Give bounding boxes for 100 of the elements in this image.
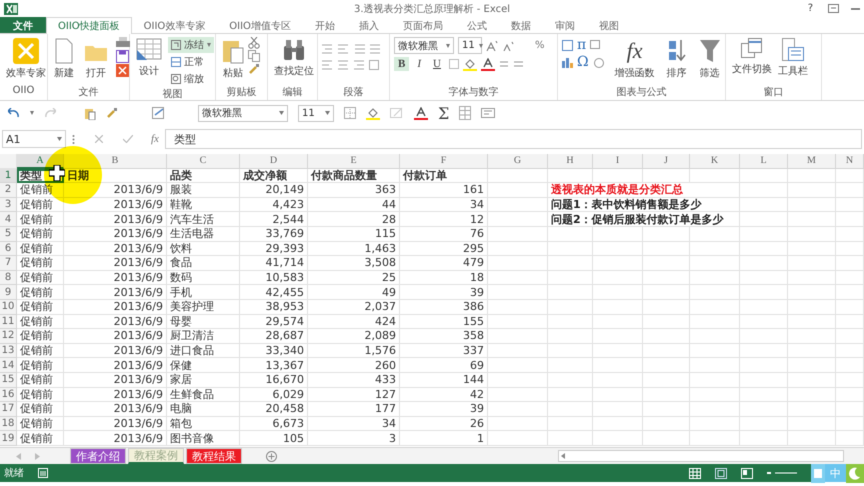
normal-view-button[interactable]: 正常 bbox=[168, 54, 214, 70]
empty-cell[interactable] bbox=[836, 242, 864, 256]
ribbon-tab[interactable]: 公式 bbox=[454, 17, 499, 33]
table-design-icon[interactable] bbox=[136, 38, 162, 62]
empty-cell[interactable] bbox=[643, 168, 690, 184]
empty-cell[interactable] bbox=[836, 344, 864, 358]
column-header[interactable]: E bbox=[308, 154, 400, 169]
empty-cell[interactable] bbox=[836, 329, 864, 344]
row-header[interactable]: 14 bbox=[0, 358, 17, 373]
print-icon[interactable] bbox=[116, 37, 130, 49]
empty-cell[interactable] bbox=[488, 372, 548, 388]
horizontal-scrollbar[interactable] bbox=[558, 450, 844, 462]
empty-cell[interactable] bbox=[548, 372, 593, 388]
row-header[interactable]: 18 bbox=[0, 416, 17, 432]
ribbon-tab[interactable]: 视图 bbox=[586, 17, 631, 33]
empty-cell[interactable] bbox=[740, 344, 788, 358]
empty-cell[interactable] bbox=[593, 416, 643, 432]
equation-button[interactable]: π bbox=[577, 37, 586, 53]
page-layout-icon[interactable] bbox=[715, 468, 727, 478]
empty-cell[interactable] bbox=[488, 314, 548, 330]
symbol-button[interactable]: Ω bbox=[577, 54, 589, 70]
borders-icon[interactable] bbox=[448, 59, 459, 69]
empty-cell[interactable] bbox=[788, 242, 836, 256]
caret-icon[interactable] bbox=[30, 111, 34, 115]
column-header[interactable]: F bbox=[400, 154, 488, 169]
empty-cell[interactable] bbox=[593, 242, 643, 256]
empty-cell[interactable] bbox=[740, 285, 788, 300]
row-header[interactable]: 9 bbox=[0, 285, 17, 300]
insert-function-button[interactable]: fx bbox=[151, 133, 159, 145]
scroll-left-icon[interactable] bbox=[559, 452, 567, 460]
empty-cell[interactable] bbox=[690, 358, 740, 373]
row-header[interactable]: 6 bbox=[0, 242, 17, 256]
empty-cell[interactable] bbox=[690, 329, 740, 344]
column-header[interactable]: G bbox=[488, 154, 548, 169]
empty-cell[interactable] bbox=[548, 270, 593, 286]
empty-cell[interactable] bbox=[488, 388, 548, 402]
empty-cell[interactable] bbox=[788, 344, 836, 358]
empty-cell[interactable] bbox=[643, 285, 690, 300]
empty-cell[interactable] bbox=[488, 402, 548, 417]
column-header[interactable]: L bbox=[740, 154, 788, 169]
empty-cell[interactable] bbox=[788, 226, 836, 242]
empty-cell[interactable] bbox=[788, 431, 836, 446]
zoom-button[interactable]: 缩放 bbox=[168, 71, 214, 87]
empty-cell[interactable] bbox=[690, 270, 740, 286]
empty-cell[interactable] bbox=[593, 226, 643, 242]
macro-record-icon[interactable] bbox=[38, 468, 48, 478]
empty-cell[interactable] bbox=[788, 212, 836, 227]
ribbon-button[interactable]: 工具栏 bbox=[776, 37, 810, 79]
empty-cell[interactable] bbox=[488, 329, 548, 344]
empty-cell[interactable] bbox=[548, 358, 593, 373]
empty-cell[interactable] bbox=[740, 416, 788, 432]
empty-cell[interactable] bbox=[643, 300, 690, 315]
ribbon-tab[interactable]: OIIO效率专家 bbox=[132, 17, 218, 33]
empty-cell[interactable] bbox=[690, 402, 740, 417]
ribbon-tab[interactable]: 插入 bbox=[346, 17, 391, 33]
borders-icon[interactable] bbox=[344, 107, 356, 119]
empty-cell[interactable] bbox=[690, 431, 740, 446]
empty-cell[interactable] bbox=[488, 242, 548, 256]
ribbon-tab[interactable]: 开始 bbox=[302, 17, 347, 33]
caret-icon[interactable] bbox=[478, 44, 483, 48]
ribbon-display-icon[interactable] bbox=[828, 4, 839, 13]
ribbon-button[interactable]: 粘贴 bbox=[220, 37, 246, 81]
zoom-icon[interactable] bbox=[171, 74, 181, 84]
alignment-drawing[interactable] bbox=[322, 60, 380, 70]
empty-cell[interactable] bbox=[548, 300, 593, 315]
empty-cell[interactable] bbox=[740, 329, 788, 344]
formula-field[interactable]: 类型 bbox=[164, 129, 862, 149]
empty-cell[interactable] bbox=[488, 256, 548, 271]
empty-cell[interactable] bbox=[740, 226, 788, 242]
previous-sheet-icon[interactable] bbox=[16, 452, 21, 460]
ribbon-button[interactable]: 文件切换 bbox=[730, 37, 774, 77]
column-header[interactable]: M bbox=[788, 154, 836, 169]
empty-cell[interactable] bbox=[690, 300, 740, 315]
font-size-select[interactable]: 11 bbox=[298, 104, 334, 122]
ribbon-button[interactable]: 排序 bbox=[664, 37, 689, 81]
empty-cell[interactable] bbox=[643, 256, 690, 271]
empty-cell[interactable] bbox=[836, 168, 864, 184]
tools-icon[interactable] bbox=[13, 38, 39, 64]
name-box[interactable]: A1 bbox=[2, 130, 66, 148]
ribbon-tab[interactable]: OIIO快捷面板 bbox=[46, 17, 132, 34]
empty-cell[interactable] bbox=[593, 314, 643, 330]
empty-cell[interactable] bbox=[548, 285, 593, 300]
empty-cell[interactable] bbox=[593, 329, 643, 344]
empty-cell[interactable] bbox=[788, 358, 836, 373]
bar-chart-icon[interactable] bbox=[562, 56, 573, 68]
paste-icon[interactable] bbox=[84, 106, 96, 120]
empty-cell[interactable] bbox=[593, 256, 643, 271]
empty-cell[interactable] bbox=[488, 358, 548, 373]
empty-cell[interactable] bbox=[593, 372, 643, 388]
shapes-icon[interactable] bbox=[592, 56, 605, 68]
empty-cell[interactable] bbox=[690, 344, 740, 358]
empty-cell[interactable] bbox=[690, 314, 740, 330]
empty-cell[interactable] bbox=[740, 431, 788, 446]
shapes-icon[interactable] bbox=[590, 40, 602, 50]
empty-cell[interactable] bbox=[548, 168, 593, 184]
normal-view-icon[interactable] bbox=[171, 57, 181, 67]
empty-cell[interactable] bbox=[593, 300, 643, 315]
empty-cell[interactable] bbox=[488, 285, 548, 300]
empty-cell[interactable] bbox=[548, 344, 593, 358]
empty-cell[interactable] bbox=[548, 242, 593, 256]
